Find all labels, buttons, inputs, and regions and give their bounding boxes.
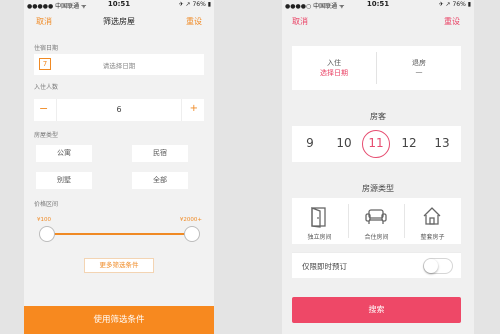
date-card: 入住 选择日期 退房 — xyxy=(292,46,461,90)
status-bar: ●●●●○ 中国联通 ᯤ 10:51 ✈ ↗ 76% ▮ xyxy=(282,0,474,10)
search-button[interactable]: 搜索 xyxy=(292,297,461,323)
price-min-label: ¥100 xyxy=(37,217,51,223)
door-icon[interactable] xyxy=(309,206,329,228)
checkin-label: 入住 xyxy=(327,59,341,67)
guest-number-option[interactable]: 10 xyxy=(332,136,356,150)
house-icon[interactable] xyxy=(422,206,442,226)
listing-type-label: 房源类型 xyxy=(362,184,394,193)
guest-count-label: 入住人数 xyxy=(34,84,59,91)
instant-book-label: 仅限即时预订 xyxy=(302,262,347,271)
guest-count-value: 6 xyxy=(116,105,122,114)
nav-bar: 取消 重设 xyxy=(282,10,474,34)
sofa-icon[interactable] xyxy=(365,207,387,225)
price-min-handle[interactable] xyxy=(39,226,55,242)
price-max-label: ¥2000+ xyxy=(179,217,202,223)
battery-status: ✈ ↗ 76% ▮ xyxy=(178,1,211,8)
apply-filters-button[interactable]: 使用筛选条件 xyxy=(24,306,214,334)
plus-button[interactable]: + xyxy=(190,103,198,114)
guest-number-option[interactable]: 9 xyxy=(298,136,322,150)
instant-book-toggle[interactable] xyxy=(423,258,453,274)
price-range-label: 价格区间 xyxy=(34,201,59,208)
instant-book-row: 仅限即时预订 xyxy=(292,252,461,278)
checkin-field[interactable]: 入住 选择日期 xyxy=(292,46,376,90)
guest-number-selected[interactable]: 11 xyxy=(364,136,388,150)
checkout-value: — xyxy=(415,68,423,76)
listing-type-option[interactable]: 合住房间 xyxy=(349,232,404,241)
checkin-date-field[interactable]: 7 请选择日期 xyxy=(34,54,204,75)
right-screen: ●●●●○ 中国联通 ᯤ 10:51 ✈ ↗ 76% ▮ 取消 重设 入住 选择… xyxy=(282,0,474,334)
listing-type-option[interactable]: 整套房子 xyxy=(405,232,460,241)
checkin-date-placeholder: 请选择日期 xyxy=(102,62,136,70)
toggle-knob xyxy=(424,259,438,273)
more-filters-button[interactable]: 更多筛选条件 xyxy=(84,258,154,273)
guest-number-option[interactable]: 13 xyxy=(430,136,454,150)
room-type-option[interactable]: 公寓 xyxy=(36,145,92,162)
reset-button[interactable]: 重设 xyxy=(186,16,202,27)
price-slider-track xyxy=(46,233,192,235)
room-type-option[interactable]: 民宿 xyxy=(132,145,188,162)
room-type-option[interactable]: 全部 xyxy=(132,172,188,189)
checkin-date-label: 住宿日期 xyxy=(34,45,59,52)
nav-bar: 取消 筛选房屋 重设 xyxy=(24,10,214,34)
reset-button[interactable]: 重设 xyxy=(444,16,460,27)
status-bar: ●●●●● 中国联通 ᯤ 10:51 ✈ ↗ 76% ▮ xyxy=(24,0,214,10)
price-max-handle[interactable] xyxy=(184,226,200,242)
battery-status: ✈ ↗ 76% ▮ xyxy=(438,1,471,8)
checkout-label: 退房 xyxy=(412,59,426,67)
checkout-field[interactable]: 退房 — xyxy=(377,46,461,90)
room-type-option[interactable]: 别墅 xyxy=(36,172,92,189)
room-type-label: 房屋类型 xyxy=(34,132,59,139)
guests-label: 房客 xyxy=(370,112,386,121)
guest-number-option[interactable]: 12 xyxy=(397,136,421,150)
listing-type-option[interactable]: 独立房间 xyxy=(292,232,347,241)
left-screen: ●●●●● 中国联通 ᯤ 10:51 ✈ ↗ 76% ▮ 取消 筛选房屋 重设 … xyxy=(24,0,214,334)
guest-count-stepper: − 6 + xyxy=(34,99,204,121)
checkin-value: 选择日期 xyxy=(320,69,348,77)
cancel-button[interactable]: 取消 xyxy=(292,16,308,27)
